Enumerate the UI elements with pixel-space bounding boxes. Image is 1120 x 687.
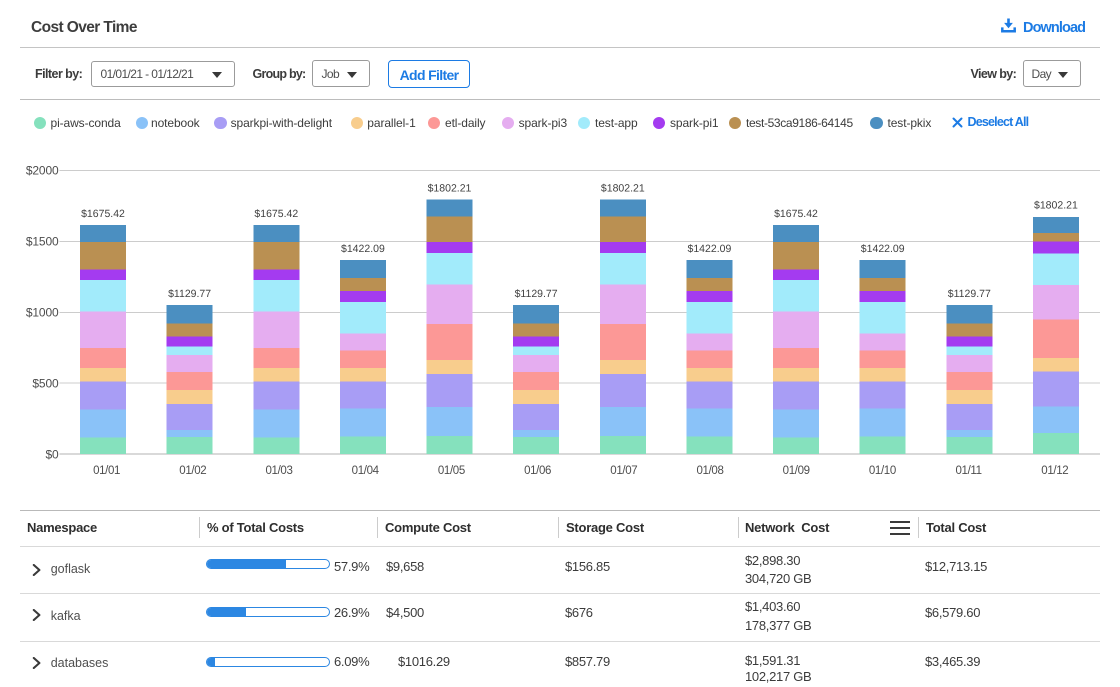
svg-text:01/11: 01/11 [956, 465, 982, 477]
svg-text:01/01: 01/01 [93, 465, 120, 477]
svg-text:$1422.09: $1422.09 [341, 243, 385, 255]
svg-text:$500: $500 [32, 376, 59, 390]
svg-text:01/09: 01/09 [783, 465, 810, 477]
svg-text:$1675.42: $1675.42 [81, 208, 125, 220]
svg-text:$0: $0 [45, 447, 59, 461]
svg-text:$1802.21: $1802.21 [601, 182, 645, 194]
svg-text:01/12: 01/12 [1041, 465, 1068, 477]
svg-text:01/10: 01/10 [869, 465, 896, 477]
svg-text:01/07: 01/07 [610, 465, 637, 477]
svg-text:$1129.77: $1129.77 [515, 288, 558, 300]
svg-text:01/05: 01/05 [438, 465, 465, 477]
svg-text:$1802.21: $1802.21 [428, 182, 472, 194]
svg-text:$2000: $2000 [26, 164, 59, 178]
svg-text:$1422.09: $1422.09 [688, 243, 732, 255]
svg-text:$1675.42: $1675.42 [774, 208, 818, 220]
svg-text:01/02: 01/02 [179, 465, 206, 477]
svg-text:01/08: 01/08 [696, 465, 723, 477]
svg-text:$1422.09: $1422.09 [861, 243, 905, 255]
svg-text:$1000: $1000 [26, 306, 59, 320]
svg-text:$1500: $1500 [26, 235, 59, 249]
svg-text:01/04: 01/04 [352, 465, 380, 477]
svg-text:$1802.21: $1802.21 [1034, 200, 1078, 212]
svg-text:$1129.77: $1129.77 [948, 288, 991, 300]
svg-text:01/03: 01/03 [265, 465, 292, 477]
svg-text:$1129.77: $1129.77 [168, 288, 211, 300]
svg-text:$1675.42: $1675.42 [254, 208, 298, 220]
svg-text:01/06: 01/06 [524, 465, 551, 477]
